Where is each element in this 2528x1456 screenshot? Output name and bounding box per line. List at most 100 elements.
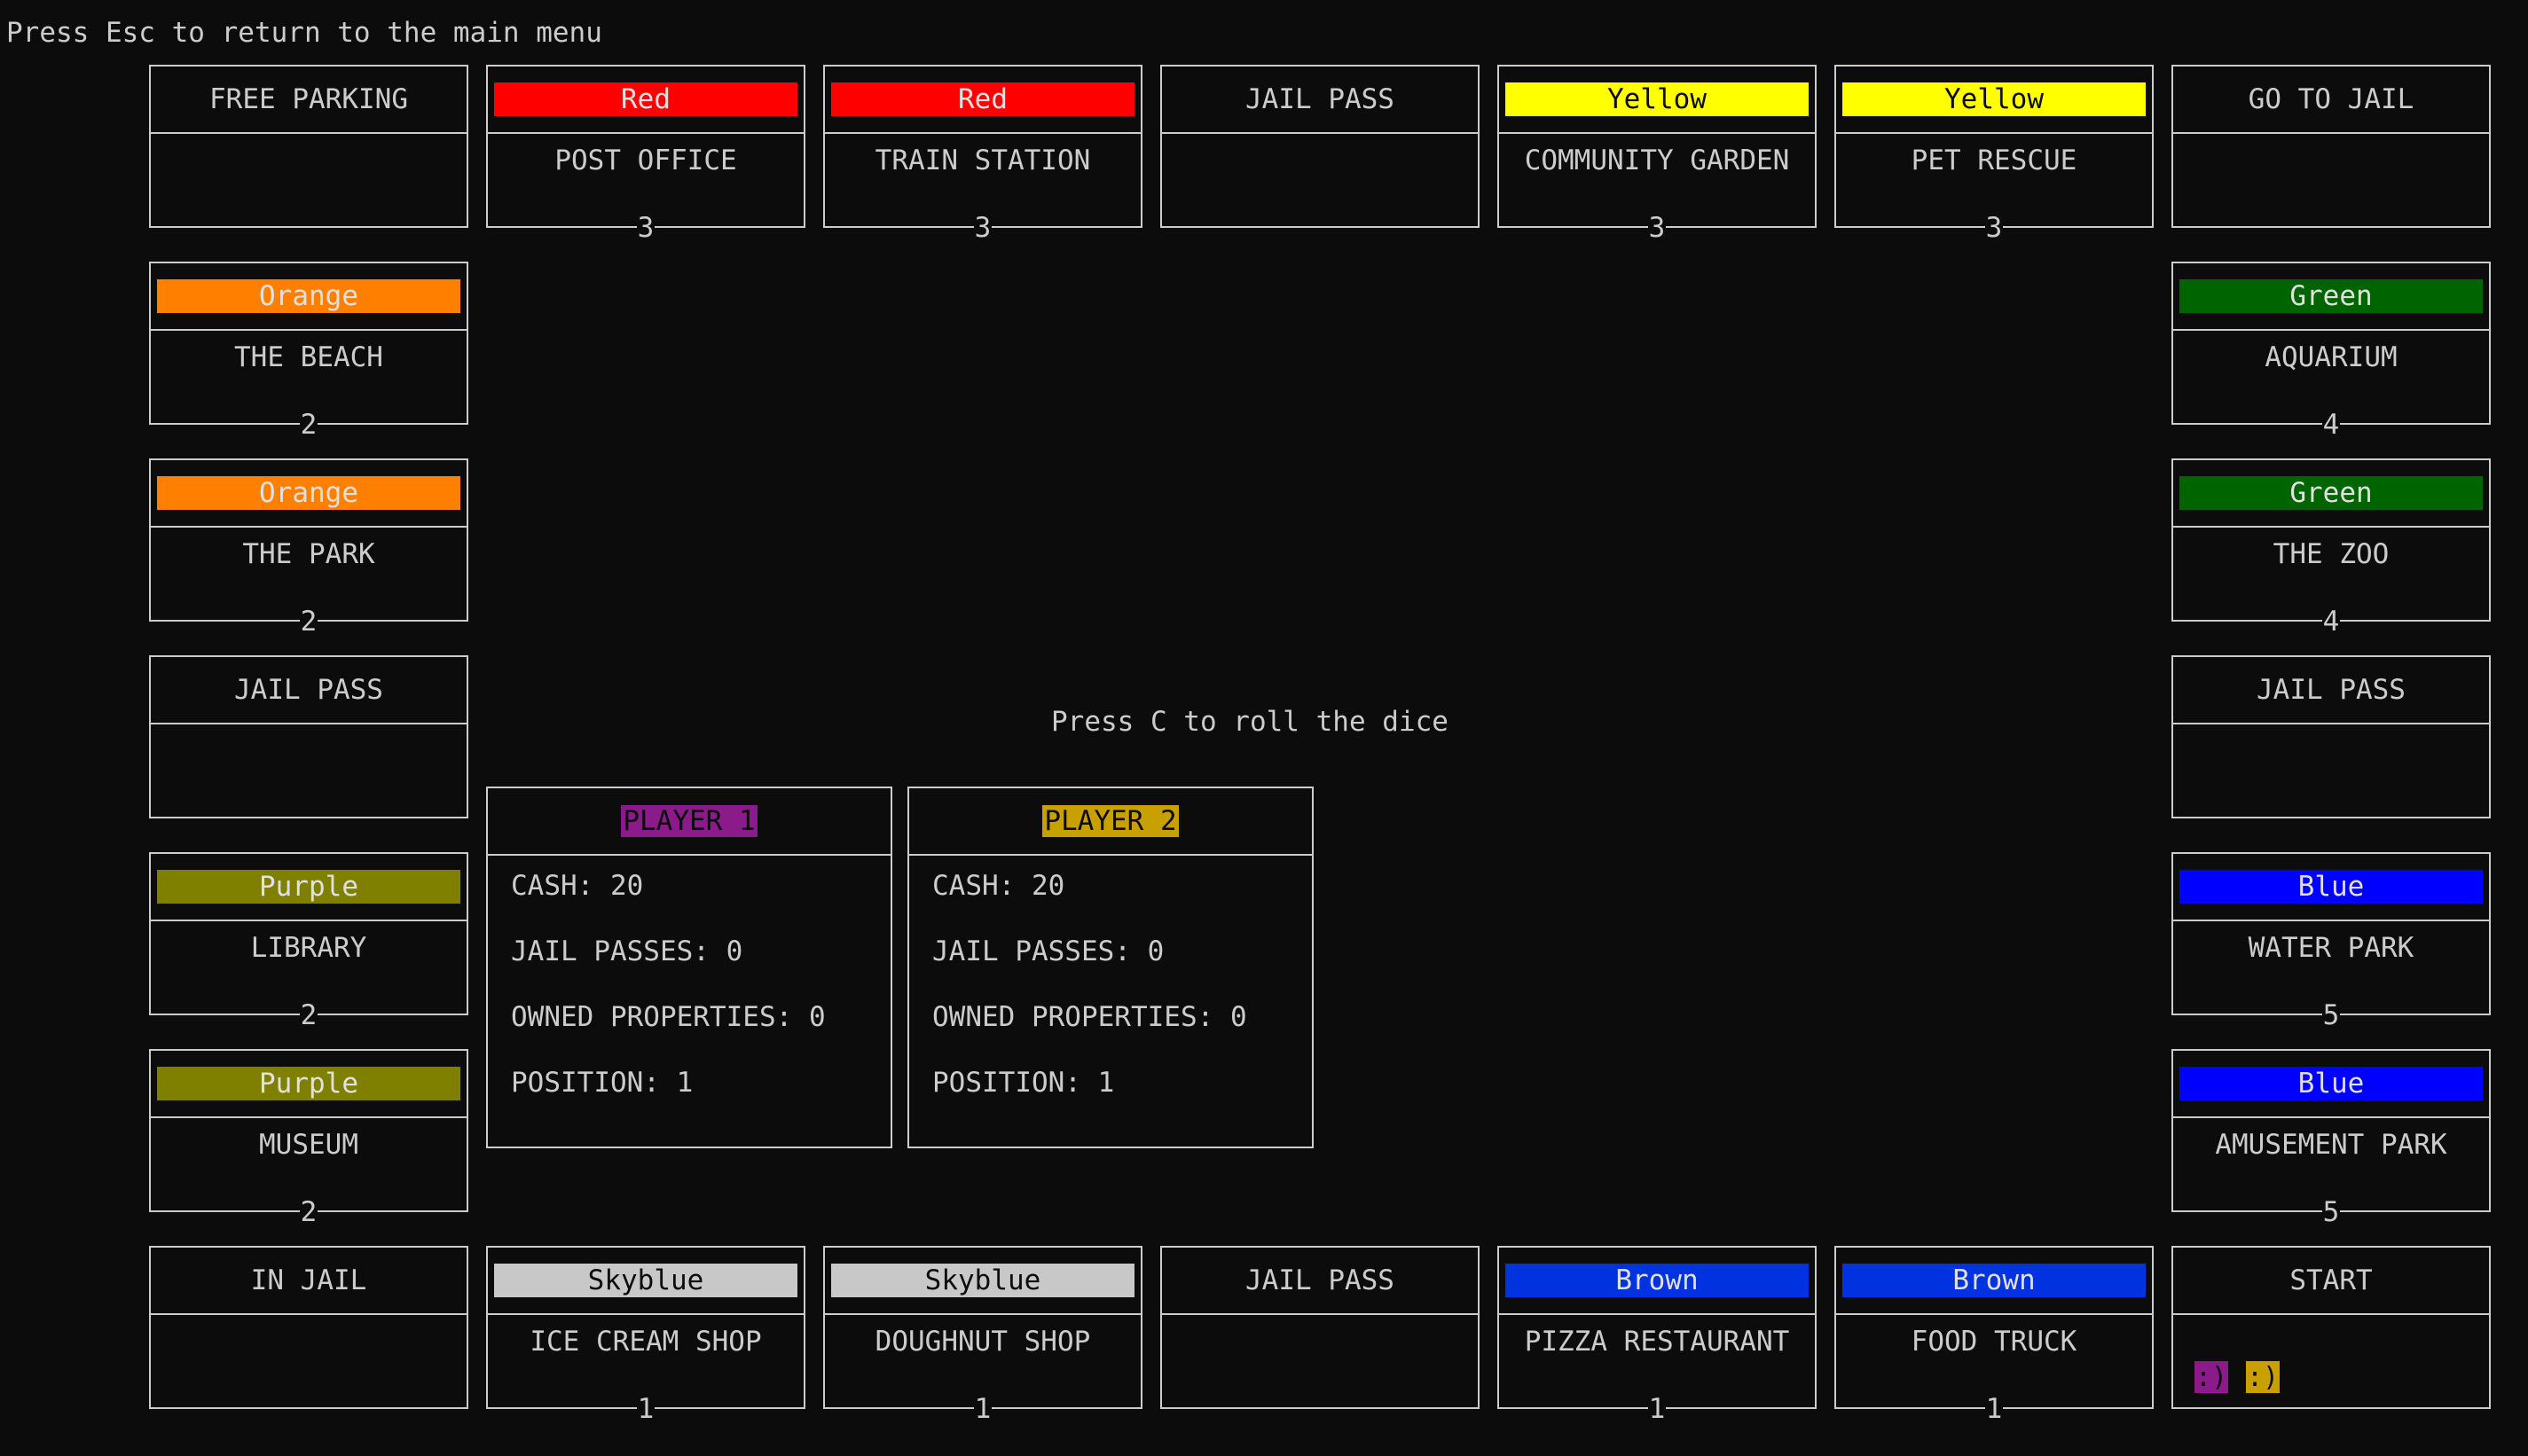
property-name: MUSEUM bbox=[259, 1129, 358, 1161]
player-1-title: PLAYER 1 bbox=[621, 805, 758, 837]
board-tile-pet-rescue: Yellow PET RESCUE 3 bbox=[1834, 65, 2154, 244]
property-name: FOOD TRUCK bbox=[1911, 1326, 2077, 1358]
board-tile-jail-pass: JAIL PASS bbox=[1160, 65, 1480, 228]
color-group-label: Yellow bbox=[1842, 82, 2146, 116]
property-name: TRAIN STATION bbox=[875, 145, 1091, 176]
color-group-label: Green bbox=[2179, 279, 2483, 313]
player-1-token: :) bbox=[2194, 1361, 2228, 1393]
tile-title: FREE PARKING bbox=[209, 83, 408, 115]
property-name: AQUARIUM bbox=[2265, 341, 2398, 373]
board-tile-ice-cream-shop: Skyblue ICE CREAM SHOP 1 bbox=[486, 1246, 805, 1425]
tile-header: Brown bbox=[1499, 1248, 1815, 1315]
board-tile-the-beach: Orange THE BEACH 2 bbox=[149, 262, 468, 441]
board-tile-jail-pass: JAIL PASS bbox=[2171, 655, 2491, 818]
property-name: ICE CREAM SHOP bbox=[530, 1326, 762, 1358]
player-1-owned-properties: OWNED PROPERTIES: 0 bbox=[511, 1001, 826, 1033]
tile-header: Blue bbox=[2173, 1051, 2489, 1118]
board-tile-pizza-restaurant: Brown PIZZA RESTAURANT 1 bbox=[1497, 1246, 1817, 1425]
color-group-label: Skyblue bbox=[494, 1264, 797, 1297]
tile-header: JAIL PASS bbox=[2173, 657, 2489, 724]
property-price: 3 bbox=[636, 212, 656, 244]
property-price: 3 bbox=[1984, 212, 2004, 244]
board-tile-go-to-jail: GO TO JAIL bbox=[2171, 65, 2491, 228]
roll-dice-hint: Press C to roll the dice bbox=[1051, 706, 1448, 738]
property-name: PET RESCUE bbox=[1911, 145, 2077, 176]
tile-header: FREE PARKING bbox=[151, 67, 467, 134]
board-tile-community-garden: Yellow COMMUNITY GARDEN 3 bbox=[1497, 65, 1817, 244]
property-price: 5 bbox=[2321, 999, 2341, 1031]
board-tile-free-parking: FREE PARKING bbox=[149, 65, 468, 228]
tile-header: JAIL PASS bbox=[1162, 1248, 1478, 1315]
property-name: AMUSEMENT PARK bbox=[2215, 1129, 2447, 1161]
board-tile-start: START:):) bbox=[2171, 1246, 2491, 1409]
player-2-position: POSITION: 1 bbox=[932, 1067, 1115, 1099]
property-price: 4 bbox=[2321, 409, 2341, 441]
property-name: THE BEACH bbox=[234, 341, 383, 373]
tile-header: Red bbox=[825, 67, 1141, 134]
tile-header: Red bbox=[488, 67, 804, 134]
tile-header: Orange bbox=[151, 263, 467, 331]
tile-title: START bbox=[2289, 1264, 2373, 1296]
property-name: PIZZA RESTAURANT bbox=[1524, 1326, 1790, 1358]
board-tile-doughnut-shop: Skyblue DOUGHNUT SHOP 1 bbox=[823, 1246, 1142, 1425]
board-tile-the-park: Orange THE PARK 2 bbox=[149, 458, 468, 638]
property-name: THE PARK bbox=[242, 538, 375, 570]
player-2-header: PLAYER 2 bbox=[909, 788, 1312, 856]
tile-header: Blue bbox=[2173, 854, 2489, 921]
player-2-owned-properties: OWNED PROPERTIES: 0 bbox=[932, 1001, 1247, 1033]
player-1-header: PLAYER 1 bbox=[488, 788, 891, 856]
color-group-label: Red bbox=[494, 82, 797, 116]
tile-header: Green bbox=[2173, 263, 2489, 331]
tile-title: JAIL PASS bbox=[1245, 1264, 1394, 1296]
tile-header: JAIL PASS bbox=[1162, 67, 1478, 134]
board-tile-jail-pass: JAIL PASS bbox=[149, 655, 468, 818]
player-1-position: POSITION: 1 bbox=[511, 1067, 694, 1099]
player-2-panel: PLAYER 2 CASH: 20 JAIL PASSES: 0 OWNED P… bbox=[907, 787, 1314, 1148]
property-price: 1 bbox=[1647, 1393, 1667, 1425]
player-2-title: PLAYER 2 bbox=[1042, 805, 1179, 837]
board-tile-post-office: Red POST OFFICE 3 bbox=[486, 65, 805, 244]
player-2-token: :) bbox=[2246, 1361, 2280, 1393]
player-1-cash: CASH: 20 bbox=[511, 870, 644, 902]
color-group-label: Purple bbox=[157, 1067, 460, 1100]
property-name: DOUGHNUT SHOP bbox=[875, 1326, 1091, 1358]
property-name: COMMUNITY GARDEN bbox=[1524, 145, 1790, 176]
player-tokens: :):) bbox=[2194, 1361, 2280, 1393]
tile-header: Purple bbox=[151, 1051, 467, 1118]
player-2-cash: CASH: 20 bbox=[932, 870, 1065, 902]
board-tile-the-zoo: Green THE ZOO 4 bbox=[2171, 458, 2491, 638]
tile-header: Purple bbox=[151, 854, 467, 921]
property-price: 2 bbox=[299, 1196, 318, 1228]
main-menu-hint: Press Esc to return to the main menu bbox=[6, 17, 602, 49]
tile-header: Orange bbox=[151, 460, 467, 528]
tile-header: Yellow bbox=[1836, 67, 2152, 134]
color-group-label: Skyblue bbox=[831, 1264, 1134, 1297]
tile-header: Brown bbox=[1836, 1248, 2152, 1315]
board-tile-food-truck: Brown FOOD TRUCK 1 bbox=[1834, 1246, 2154, 1425]
property-price: 4 bbox=[2321, 606, 2341, 638]
board-tile-water-park: Blue WATER PARK 5 bbox=[2171, 852, 2491, 1031]
tile-title: JAIL PASS bbox=[1245, 83, 1394, 115]
property-price: 5 bbox=[2321, 1196, 2341, 1228]
color-group-label: Purple bbox=[157, 870, 460, 904]
player-1-jail-passes: JAIL PASSES: 0 bbox=[511, 935, 743, 967]
tile-title: JAIL PASS bbox=[234, 674, 383, 706]
player-1-panel: PLAYER 1 CASH: 20 JAIL PASSES: 0 OWNED P… bbox=[486, 787, 892, 1148]
property-name: THE ZOO bbox=[2273, 538, 2390, 570]
color-group-label: Brown bbox=[1505, 1264, 1809, 1297]
color-group-label: Green bbox=[2179, 476, 2483, 510]
color-group-label: Blue bbox=[2179, 870, 2483, 904]
property-price: 2 bbox=[299, 409, 318, 441]
property-price: 3 bbox=[1647, 212, 1667, 244]
property-price: 3 bbox=[973, 212, 993, 244]
property-name: WATER PARK bbox=[2248, 932, 2414, 964]
tile-header: JAIL PASS bbox=[151, 657, 467, 724]
tile-header: Green bbox=[2173, 460, 2489, 528]
tile-header: Yellow bbox=[1499, 67, 1815, 134]
board-tile-aquarium: Green AQUARIUM 4 bbox=[2171, 262, 2491, 441]
property-price: 2 bbox=[299, 606, 318, 638]
board-tile-library: Purple LIBRARY 2 bbox=[149, 852, 468, 1031]
property-price: 1 bbox=[636, 1393, 656, 1425]
tile-header: Skyblue bbox=[825, 1248, 1141, 1315]
tile-title: GO TO JAIL bbox=[2248, 83, 2414, 115]
